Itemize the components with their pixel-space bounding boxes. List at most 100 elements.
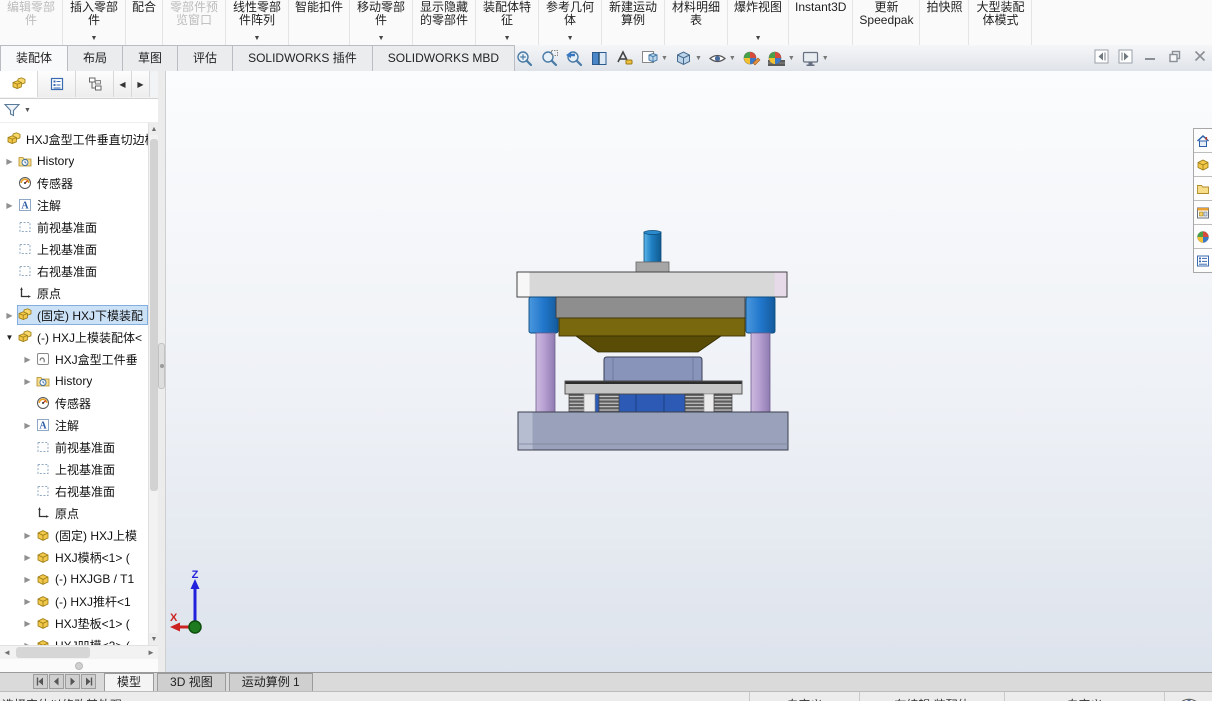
tree-item[interactable]: ▶(固定) HXJ上模 (0, 524, 148, 546)
model-die-taper[interactable] (576, 336, 721, 352)
expand-icon[interactable]: ▶ (20, 575, 35, 584)
tree-item[interactable]: ▶A注解 (0, 414, 148, 436)
previous-sheet-button[interactable] (49, 674, 64, 689)
status-eye[interactable] (1164, 692, 1212, 701)
chevron-down-icon[interactable]: ▼ (695, 55, 702, 62)
expand-icon[interactable]: ▶ (20, 619, 35, 628)
panel-splitter[interactable] (158, 71, 166, 672)
zoom-to-fit-button[interactable] (512, 48, 537, 69)
chevron-down-icon[interactable]: ▼ (788, 55, 795, 62)
minimize-button[interactable] (1142, 48, 1158, 64)
chevron-down-icon[interactable]: ▼ (755, 34, 762, 45)
chevron-down-icon[interactable]: ▼ (91, 34, 98, 45)
tab-layout[interactable]: 布局 (67, 45, 123, 71)
tree-item-body[interactable]: (-) HXJ推杆<1 (35, 591, 148, 611)
tab-solidworks-mbd[interactable]: SOLIDWORKS MBD (372, 45, 515, 71)
model-guide-bushing-left[interactable] (529, 297, 558, 333)
expand-icon[interactable]: ▶ (2, 311, 17, 320)
chevron-down-icon[interactable]: ▼ (567, 34, 574, 45)
tree-item[interactable]: ▶(固定) HXJ下模装配 (0, 304, 148, 326)
expand-icon[interactable]: ▶ (20, 531, 35, 540)
tab-evaluate[interactable]: 评估 (177, 45, 233, 71)
model-guide-pillar-right[interactable] (751, 333, 770, 419)
new-motion-study-button[interactable]: 新建运动算例 (602, 0, 665, 45)
tree-item[interactable]: ▼(-) HXJ上模装配体< (0, 326, 148, 348)
tree-item-body[interactable]: 右视基准面 (35, 481, 148, 501)
tree-horizontal-scrollbar[interactable]: ◄ ► (0, 645, 158, 659)
pane-forward-button[interactable] (1118, 49, 1133, 64)
expand-icon[interactable]: ▶ (20, 597, 35, 606)
design-library-tab[interactable] (1194, 153, 1212, 177)
tree-item-body[interactable]: HXJ垫板<1> ( (35, 613, 148, 633)
tree-item-body[interactable]: (固定) HXJ下模装配 (17, 305, 148, 325)
zoom-to-area-button[interactable] (537, 48, 562, 69)
chevron-down-icon[interactable]: ▼ (504, 34, 511, 45)
tree-item-body[interactable]: (固定) HXJ上模 (35, 525, 148, 545)
tree-item[interactable]: ▶(-) HXJ推杆<1 (0, 590, 148, 612)
chevron-down-icon[interactable]: ▼ (729, 55, 736, 62)
filter-funnel-icon[interactable] (3, 102, 21, 118)
tree-item-body[interactable]: 前视基准面 (35, 437, 148, 457)
horizontal-scroll-thumb[interactable] (16, 647, 90, 658)
tree-item[interactable]: ▶HXJ凹模<2> ( (0, 634, 148, 645)
tree-item[interactable]: 上视基准面 (0, 238, 148, 260)
filter-caret-icon[interactable]: ▼ (24, 107, 31, 114)
chevron-down-icon[interactable]: ▼ (661, 55, 668, 62)
expand-icon[interactable]: ▶ (2, 201, 17, 210)
hide-show-items-button[interactable]: ▼ (705, 48, 739, 69)
view-orientation-button[interactable]: ▼ (637, 48, 671, 69)
scroll-right-icon[interactable]: ► (144, 646, 158, 659)
insert-components-button[interactable]: 插入零部件▼ (63, 0, 126, 45)
die-set-assembly-model[interactable] (516, 207, 792, 455)
tree-item-body[interactable]: 上视基准面 (35, 459, 148, 479)
model-shank[interactable] (644, 232, 661, 262)
tree-item-body[interactable]: 原点 (35, 503, 148, 523)
file-explorer-tab[interactable] (1194, 177, 1212, 201)
tree-item[interactable]: ▶HXJ垫板<1> ( (0, 612, 148, 634)
last-sheet-button[interactable] (81, 674, 96, 689)
tree-item-body[interactable]: A注解 (17, 195, 148, 215)
tree-item[interactable]: HXJ盒型工件垂直切边模 (0, 128, 148, 150)
model-backing-plate[interactable] (556, 297, 745, 318)
tab-model[interactable]: 模型 (104, 673, 154, 691)
tab-motion-study-1[interactable]: 运动算例 1 (229, 673, 313, 691)
view-settings-button[interactable]: ▼ (798, 48, 832, 69)
mate-button[interactable]: 配合 (126, 0, 163, 45)
chevron-down-icon[interactable]: ▼ (378, 34, 385, 45)
apply-scene-button[interactable]: ▼ (764, 48, 798, 69)
instant3d-button[interactable]: Instant3D (789, 0, 853, 45)
tree-item-body[interactable]: HXJ凹模<2> ( (35, 635, 148, 645)
tree-item-body[interactable]: 前视基准面 (17, 217, 148, 237)
panel-tab-scroll-right[interactable]: ▶ (132, 71, 150, 97)
configurationmanager-tab[interactable] (76, 71, 114, 97)
collapse-icon[interactable]: ▼ (2, 333, 17, 342)
tree-item[interactable]: ▶HXJ盒型工件垂 (0, 348, 148, 370)
tree-item-body[interactable]: HXJ模柄<1> ( (35, 547, 148, 567)
tree-item-body[interactable]: 传感器 (35, 393, 148, 413)
tree-item-body[interactable]: 右视基准面 (17, 261, 148, 281)
chevron-down-icon[interactable]: ▼ (254, 34, 261, 45)
tree-item-body[interactable]: 上视基准面 (17, 239, 148, 259)
tree-item[interactable]: 右视基准面 (0, 260, 148, 282)
tree-item-body[interactable]: History (35, 371, 148, 391)
update-speedpak-button[interactable]: 更新 Speedpak (853, 0, 920, 45)
tab-3d-views[interactable]: 3D 视图 (157, 673, 226, 691)
tree-item[interactable]: 上视基准面 (0, 458, 148, 480)
tree-item-body[interactable]: 传感器 (17, 173, 148, 193)
model-workpiece[interactable] (604, 357, 702, 381)
display-style-button[interactable]: ▼ (671, 48, 705, 69)
solidworks-resources-tab[interactable] (1194, 129, 1212, 153)
tree-item-body[interactable]: (-) HXJGB / T1 (35, 569, 148, 589)
tree-item[interactable]: 传感器 (0, 392, 148, 414)
tree-item[interactable]: ▶A注解 (0, 194, 148, 216)
tree-item[interactable]: 原点 (0, 282, 148, 304)
vertical-scroll-thumb[interactable] (150, 139, 158, 491)
linear-component-pattern-button[interactable]: 线性零部件阵列▼ (226, 0, 289, 45)
model-shank-collar[interactable] (636, 262, 669, 272)
custom-properties-tab[interactable] (1194, 249, 1212, 272)
move-component-button[interactable]: 移动零部件▼ (350, 0, 413, 45)
tree-filter-row[interactable]: ▼ (0, 98, 158, 123)
appearances-scenes-tab[interactable] (1194, 225, 1212, 249)
model-die-plate[interactable] (559, 318, 745, 336)
pane-back-button[interactable] (1094, 49, 1109, 64)
